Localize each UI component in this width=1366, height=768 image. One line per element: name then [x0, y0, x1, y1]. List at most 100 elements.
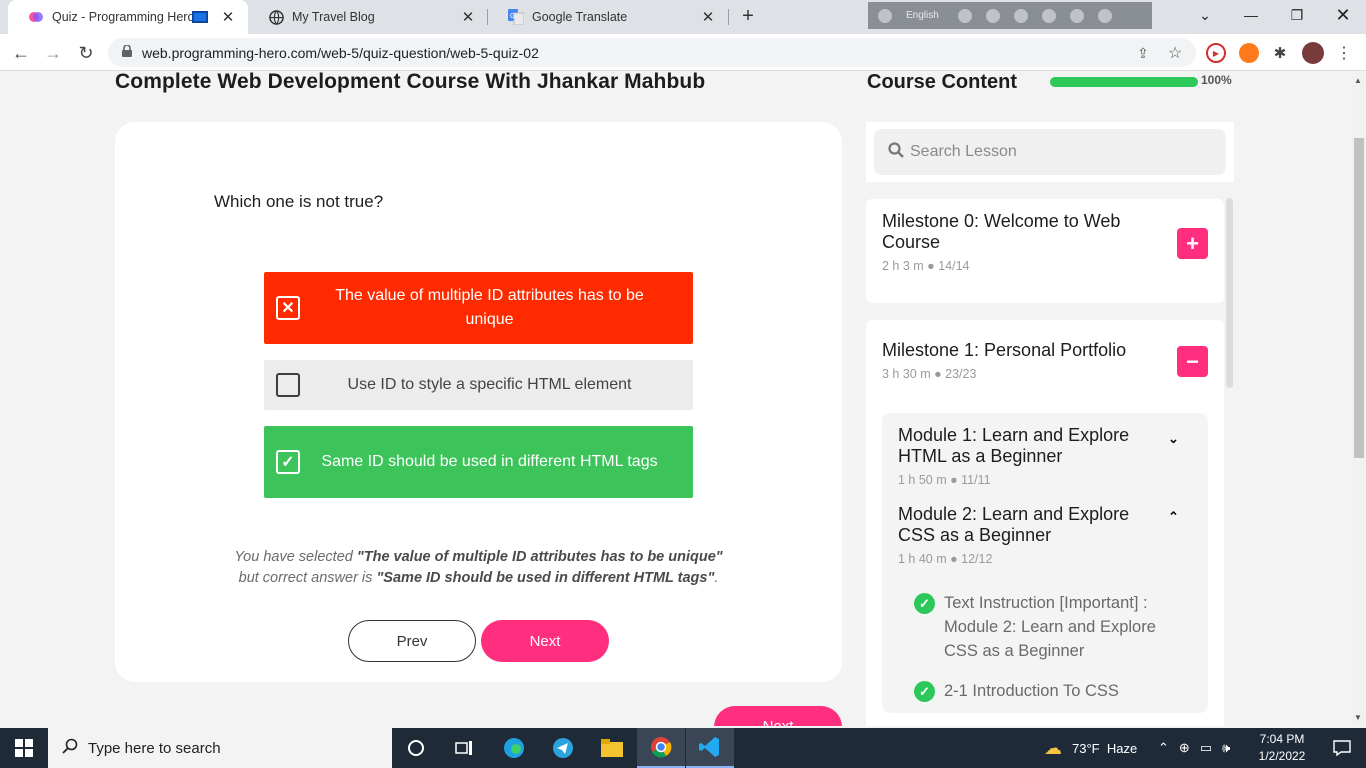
module-list: Module 1: Learn and Explore HTML as a Be…	[882, 413, 1208, 713]
language-bar[interactable]: English	[868, 2, 1152, 29]
network-icon[interactable]: ▭	[1200, 740, 1212, 756]
tab-google-translate[interactable]: G Google Translate ✕	[488, 0, 728, 34]
milestone-duration: 3 h 30 m	[882, 367, 931, 381]
course-title: Complete Web Development Course With Jha…	[115, 72, 706, 93]
milestone-meta: 3 h 30 m ● 23/23	[882, 367, 976, 381]
answer-feedback: You have selected "The value of multiple…	[115, 547, 842, 589]
svg-text:G: G	[510, 13, 515, 20]
module-title[interactable]: Module 2: Learn and Explore CSS as a Beg…	[898, 504, 1148, 546]
next-button[interactable]: Next	[481, 620, 609, 662]
taskbar-clock[interactable]: 7:04 PM 1/2/2022	[1250, 731, 1314, 765]
scroll-up-arrow-icon[interactable]: ▲	[1354, 76, 1362, 85]
record-extension-icon[interactable]: ▶	[1206, 43, 1226, 63]
completed-check-icon: ✓	[914, 593, 935, 614]
sidebar-scrollbar-thumb[interactable]	[1226, 198, 1233, 388]
lesson-title: 2-1 Introduction To CSS	[944, 682, 1119, 700]
lesson-search-input[interactable]	[910, 143, 1210, 161]
close-tab-icon[interactable]: ✕	[218, 7, 238, 27]
cortana-icon[interactable]	[392, 728, 440, 768]
clock-time: 7:04 PM	[1259, 732, 1305, 746]
windows-start-button[interactable]	[0, 728, 48, 768]
vscode-icon[interactable]	[686, 728, 734, 768]
close-window-button[interactable]: ✕	[1320, 0, 1366, 30]
scroll-down-arrow-icon[interactable]: ▼	[1354, 713, 1362, 722]
lesson-title: Text Instruction [Important] : Module 2:…	[944, 594, 1156, 660]
meta-dot: ●	[950, 552, 962, 566]
meta-dot: ●	[934, 367, 946, 381]
help-icon	[1070, 8, 1084, 23]
address-bar[interactable]: web.programming-hero.com/web-5/quiz-ques…	[108, 38, 1196, 67]
course-progress-label: 100%	[1201, 73, 1232, 87]
telegram-icon[interactable]	[539, 728, 587, 768]
taskbar-search-box[interactable]: Type here to search	[48, 728, 392, 768]
quiz-question: Which one is not true?	[214, 192, 384, 211]
tray-chevron-up-icon[interactable]: ⌃	[1158, 740, 1169, 756]
milestone-meta: 2 h 3 m ● 14/14	[882, 259, 969, 273]
close-tab-icon[interactable]: ✕	[698, 7, 718, 27]
tab-title: My Travel Blog	[292, 10, 375, 24]
tab-quiz[interactable]: Quiz - Programming Hero ✕	[8, 0, 248, 34]
edge-icon	[1042, 8, 1056, 23]
milestone-duration: 2 h 3 m	[882, 259, 924, 273]
bookmark-star-icon[interactable]: ☆	[1166, 44, 1184, 62]
close-tab-icon[interactable]: ✕	[458, 7, 478, 27]
tab-title: Google Translate	[532, 10, 628, 24]
meta-dot: ●	[927, 259, 939, 273]
volume-icon[interactable]: 🕪	[1222, 740, 1230, 756]
programming-hero-favicon-icon	[28, 9, 44, 25]
browser-toolbar: ← → ↻ web.programming-hero.com/web-5/qui…	[0, 34, 1366, 71]
sidebar-scrollbar[interactable]	[1226, 198, 1233, 388]
module-count: 11/11	[961, 473, 991, 484]
extensions-puzzle-icon[interactable]: ✱	[1270, 43, 1290, 63]
answer-option-wrong[interactable]: ✕ The value of multiple ID attributes ha…	[264, 272, 693, 344]
page-scrollbar[interactable]: ▲ ▼	[1351, 72, 1366, 726]
answer-option-text: The value of multiple ID attributes has …	[335, 287, 644, 328]
tab-search-chevron-icon[interactable]: ⌄	[1182, 0, 1228, 30]
expand-plus-button[interactable]: +	[1177, 228, 1208, 259]
clock-date: 1/2/2022	[1258, 749, 1306, 763]
minimize-button[interactable]: —	[1228, 0, 1274, 30]
task-view-icon[interactable]	[440, 728, 488, 768]
module-title[interactable]: Module 1: Learn and Explore HTML as a Be…	[898, 425, 1148, 467]
course-content-title: Course Content	[867, 72, 1017, 93]
more-menu-icon[interactable]: ⋮	[1334, 43, 1354, 63]
feedback-correct: "Same ID should be used in different HTM…	[376, 570, 715, 586]
weather-widget[interactable]: ☁ 73°F Haze	[1044, 728, 1137, 768]
info-icon	[1098, 8, 1112, 23]
chevron-up-icon[interactable]: ⌃	[1168, 509, 1179, 525]
profile-avatar[interactable]	[1302, 42, 1324, 64]
prev-button[interactable]: Prev	[348, 620, 476, 662]
chevron-down-icon[interactable]: ⌄	[1168, 431, 1179, 447]
chrome-icon[interactable]	[637, 728, 685, 768]
milestone-card[interactable]: Milestone 0: Welcome to Web Course 2 h 3…	[866, 199, 1224, 303]
weather-haze-icon: ☁	[1044, 737, 1062, 758]
lesson-search-panel	[866, 122, 1234, 182]
reload-button[interactable]: ↻	[73, 40, 99, 66]
course-progress-fill	[1050, 77, 1198, 87]
share-icon[interactable]: ⇪	[1134, 44, 1152, 62]
answer-option-text: Use ID to style a specific HTML element	[347, 376, 632, 393]
quiz-card: Which one is not true? ✕ The value of mu…	[115, 122, 842, 682]
file-explorer-icon[interactable]	[588, 728, 636, 768]
module-duration: 1 h 40 m	[898, 552, 947, 566]
restore-button[interactable]: ❐	[1274, 0, 1320, 30]
bottom-next-button[interactable]: Next	[714, 706, 842, 726]
notifications-icon[interactable]	[1318, 728, 1366, 768]
module-duration: 1 h 50 m	[898, 473, 947, 484]
new-tab-button[interactable]: +	[737, 6, 759, 28]
forward-button[interactable]: →	[40, 40, 66, 66]
tab-travel-blog[interactable]: My Travel Blog ✕	[248, 0, 488, 34]
edge-browser-icon[interactable]	[490, 728, 538, 768]
back-button[interactable]: ←	[8, 40, 34, 66]
milestone-count: 23/23	[945, 367, 977, 381]
meta-dot: ●	[950, 473, 962, 484]
lock-icon	[122, 44, 132, 60]
fire-extension-icon[interactable]	[1239, 43, 1259, 63]
tray-app-icon[interactable]: ⊕	[1179, 740, 1190, 756]
page-scrollbar-thumb[interactable]	[1354, 138, 1364, 458]
weather-text: 73°F Haze	[1072, 740, 1138, 756]
answer-option-correct[interactable]: ✓ Same ID should be used in different HT…	[264, 426, 693, 498]
answer-option[interactable]: Use ID to style a specific HTML element	[264, 360, 693, 410]
collapse-minus-button[interactable]: −	[1177, 346, 1208, 377]
system-tray: ⌃ ⊕ ▭ 🕪	[1158, 728, 1230, 768]
